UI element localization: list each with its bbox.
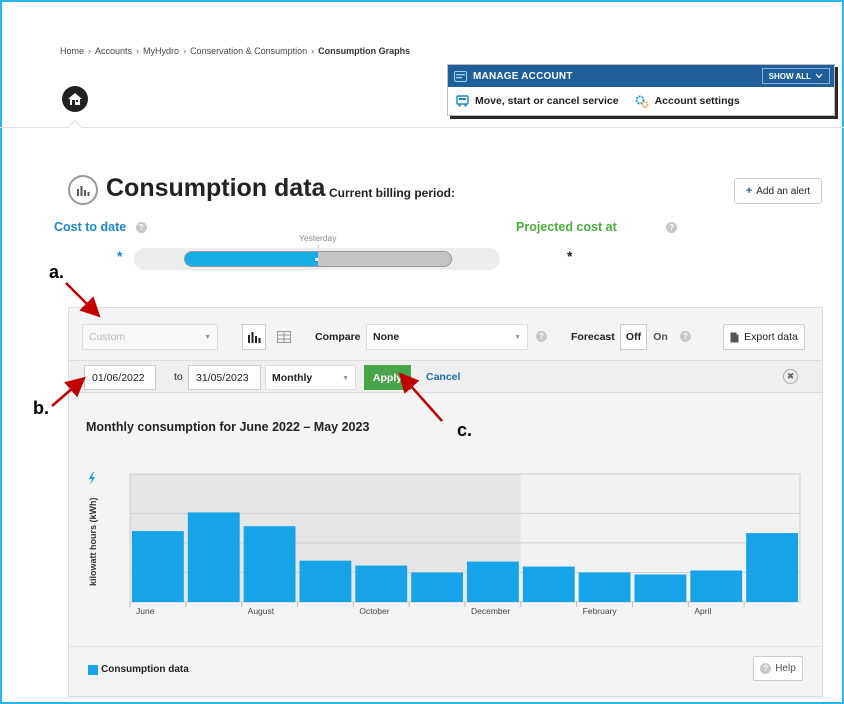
arrow-b	[51, 376, 86, 407]
arrow-c	[398, 372, 443, 422]
annotation-arrows	[51, 282, 443, 422]
arrow-a	[65, 282, 101, 318]
